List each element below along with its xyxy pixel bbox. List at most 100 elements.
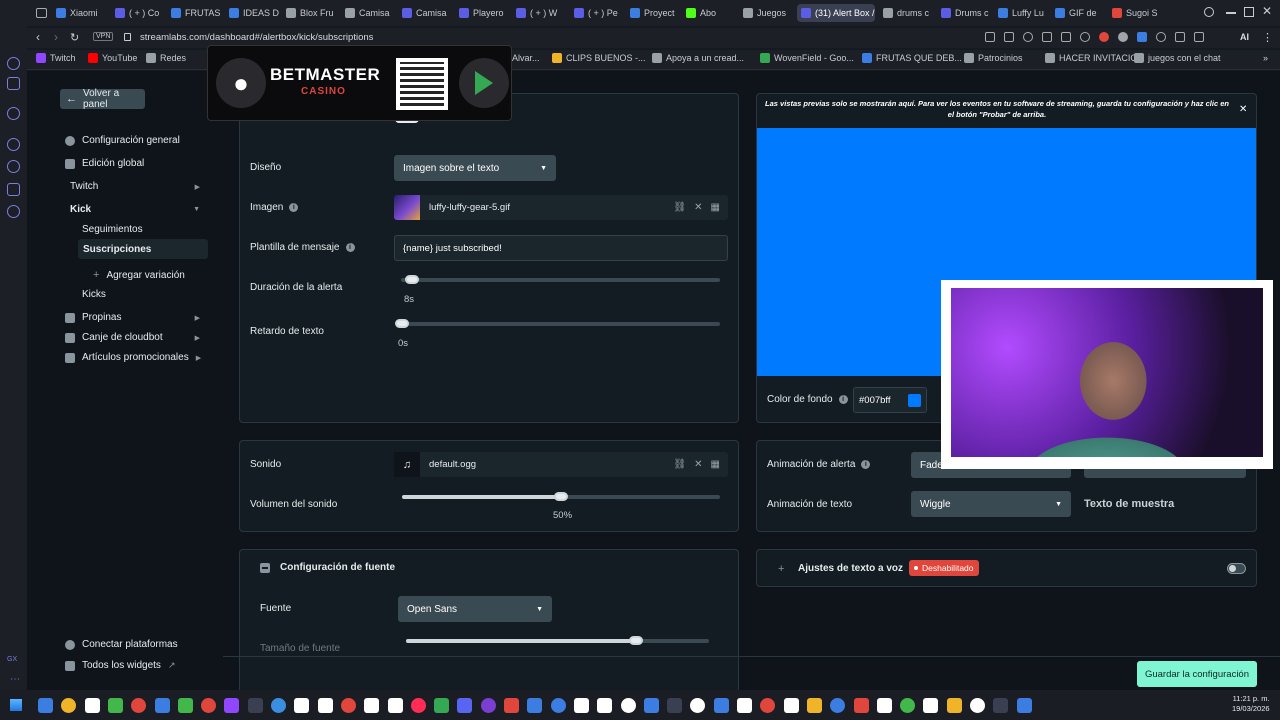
bg-color-input[interactable]: #007bff: [853, 387, 927, 413]
taskbar-app-icon[interactable]: [271, 698, 286, 713]
bookmark-item[interactable]: Twitch: [36, 53, 76, 63]
link-icon[interactable]: ⛓: [673, 459, 686, 470]
start-icon[interactable]: [10, 699, 22, 711]
taskbar-app-icon[interactable]: [201, 698, 217, 713]
taskbar-app-icon[interactable]: [783, 698, 799, 713]
bookmark-item[interactable]: FRUTAS QUE DEB...: [862, 53, 962, 63]
browser-tab[interactable]: Blox Fru: [286, 4, 338, 22]
text-delay-slider-handle[interactable]: [395, 319, 409, 328]
text-delay-slider-track[interactable]: [401, 322, 720, 326]
gallery-icon[interactable]: ▦: [711, 459, 720, 470]
sidebar-item-merch[interactable]: Artículos promocionales ▶: [65, 352, 201, 363]
extensions-icons[interactable]: [985, 32, 1204, 42]
betmaster-ad[interactable]: ● BETMASTER CASINO: [207, 45, 512, 121]
close-icon[interactable]: ✕: [694, 459, 702, 470]
taskbar-app-icon[interactable]: [294, 698, 310, 713]
ai-button[interactable]: AI: [1240, 32, 1249, 42]
sidebar-item-cloudbot[interactable]: Canje de cloudbot ▶: [65, 332, 200, 343]
save-button[interactable]: Guardar la configuración: [1137, 661, 1257, 687]
taskbar-app-icon[interactable]: [434, 698, 450, 713]
taskbar-app-icon[interactable]: [620, 698, 636, 713]
tab-strip-icon[interactable]: [36, 8, 47, 18]
taskbar-app-icon[interactable]: [643, 698, 659, 713]
taskbar-app-icon[interactable]: [597, 698, 613, 713]
design-select[interactable]: Imagen sobre el texto ▼: [394, 155, 556, 181]
taskbar-app-icon[interactable]: [1016, 698, 1032, 713]
browser-tab[interactable]: drums c: [883, 4, 933, 22]
taskbar-app-icon[interactable]: [923, 698, 939, 713]
browser-tab[interactable]: Drums c: [941, 4, 991, 22]
sidebar-item-tips[interactable]: Propinas ▶: [65, 312, 200, 323]
taskbar-app-icon[interactable]: [876, 698, 892, 713]
taskbar-app-icon[interactable]: [667, 698, 683, 713]
browser-tab[interactable]: GIF de: [1055, 4, 1105, 22]
back-icon[interactable]: ‹: [36, 30, 40, 44]
forward-icon[interactable]: ›: [54, 30, 58, 44]
tts-label[interactable]: Ajustes de texto a vozi: [798, 563, 919, 574]
sidebar-clock-icon[interactable]: [7, 160, 20, 173]
taskbar-app-icon[interactable]: [177, 698, 193, 713]
menu-icon[interactable]: ⋮: [1262, 31, 1273, 44]
collapse-icon[interactable]: [260, 563, 270, 573]
gallery-icon[interactable]: ▦: [711, 202, 720, 213]
tts-toggle[interactable]: [1227, 563, 1246, 574]
browser-tab[interactable]: Camisa: [402, 4, 452, 22]
font-size-slider-track[interactable]: [406, 639, 709, 643]
bookmark-item[interactable]: Redes: [146, 53, 186, 63]
taskbar-app-icon[interactable]: [527, 698, 543, 713]
volume-slider-handle[interactable]: [554, 492, 568, 501]
taskbar-app-icon[interactable]: [457, 698, 473, 713]
taskbar-app-icon[interactable]: [806, 698, 822, 713]
info-icon[interactable]: i: [838, 394, 848, 404]
taskbar-app-icon[interactable]: [317, 698, 333, 713]
browser-tab[interactable]: Juegos: [743, 4, 791, 22]
taskbar-app-icon[interactable]: [853, 698, 869, 713]
bookmark-item[interactable]: juegos con el chat: [1134, 53, 1221, 63]
image-picker[interactable]: luffy-luffy-gear-5.gif ⛓ ✕ ▦: [394, 195, 728, 220]
taskbar-app-icon[interactable]: [970, 698, 985, 713]
taskbar-app-icon[interactable]: [504, 698, 519, 713]
search-icon[interactable]: [1204, 7, 1214, 17]
sidebar-item-kicks[interactable]: Kicks: [82, 289, 106, 300]
taskbar-app-icon[interactable]: [107, 698, 123, 713]
close-window-icon[interactable]: ✕: [1262, 4, 1272, 18]
info-icon[interactable]: i: [345, 242, 355, 252]
taskbar-app-icon[interactable]: [387, 698, 403, 713]
bookmarks-more-icon[interactable]: »: [1263, 53, 1268, 63]
sidebar-instagram-icon[interactable]: [7, 77, 20, 90]
link-icon[interactable]: ⛓: [673, 202, 686, 213]
vpn-badge[interactable]: VPN: [93, 32, 114, 41]
sidebar-item-twitch[interactable]: Twitch ▶: [70, 181, 200, 192]
taskbar-app-icon[interactable]: [410, 698, 426, 713]
browser-tab[interactable]: Proyect: [630, 4, 680, 22]
bookmark-item[interactable]: Patrocinios: [964, 53, 1023, 63]
font-select[interactable]: Open Sans ▼: [398, 596, 552, 622]
taskbar-app-icon[interactable]: [480, 698, 496, 713]
duration-slider-track[interactable]: [401, 278, 720, 282]
sidebar-history-icon[interactable]: [7, 138, 20, 151]
clock[interactable]: 11:21 p. m. 19/03/2026: [1232, 694, 1270, 714]
sidebar-settings-icon[interactable]: [7, 205, 20, 218]
browser-tab[interactable]: FRUTAS: [171, 4, 221, 22]
info-icon[interactable]: i: [289, 202, 299, 212]
taskbar-app-icon[interactable]: [154, 698, 170, 713]
template-input[interactable]: {name} just subscribed!: [394, 235, 728, 261]
taskbar-app-icon[interactable]: [364, 698, 380, 713]
sidebar-item-follows[interactable]: Seguimientos: [82, 224, 143, 235]
taskbar-app-icon[interactable]: [247, 698, 263, 713]
browser-tab[interactable]: Luffy Lu: [998, 4, 1048, 22]
info-icon[interactable]: i: [861, 459, 871, 469]
taskbar-app-icon[interactable]: [340, 698, 356, 713]
all-widgets-link[interactable]: Todos los widgets ↗: [65, 660, 175, 671]
browser-tab[interactable]: IDEAS D: [229, 4, 279, 22]
connect-platforms-link[interactable]: Conectar plataformas: [65, 639, 178, 650]
sidebar-item-kick[interactable]: Kick ▼: [70, 204, 200, 215]
back-to-panel-button[interactable]: ← Volver a panel: [60, 88, 145, 110]
close-notice-icon[interactable]: ✕: [1239, 104, 1247, 115]
close-icon[interactable]: ✕: [694, 202, 702, 213]
bookmark-item[interactable]: Apoya a un cread...: [652, 53, 744, 63]
browser-tab[interactable]: (31) Alert Box /: [797, 4, 875, 22]
add-variation-button[interactable]: + Agregar variación: [93, 269, 185, 281]
maximize-icon[interactable]: [1244, 7, 1254, 17]
sidebar-cube-icon[interactable]: [7, 183, 20, 196]
